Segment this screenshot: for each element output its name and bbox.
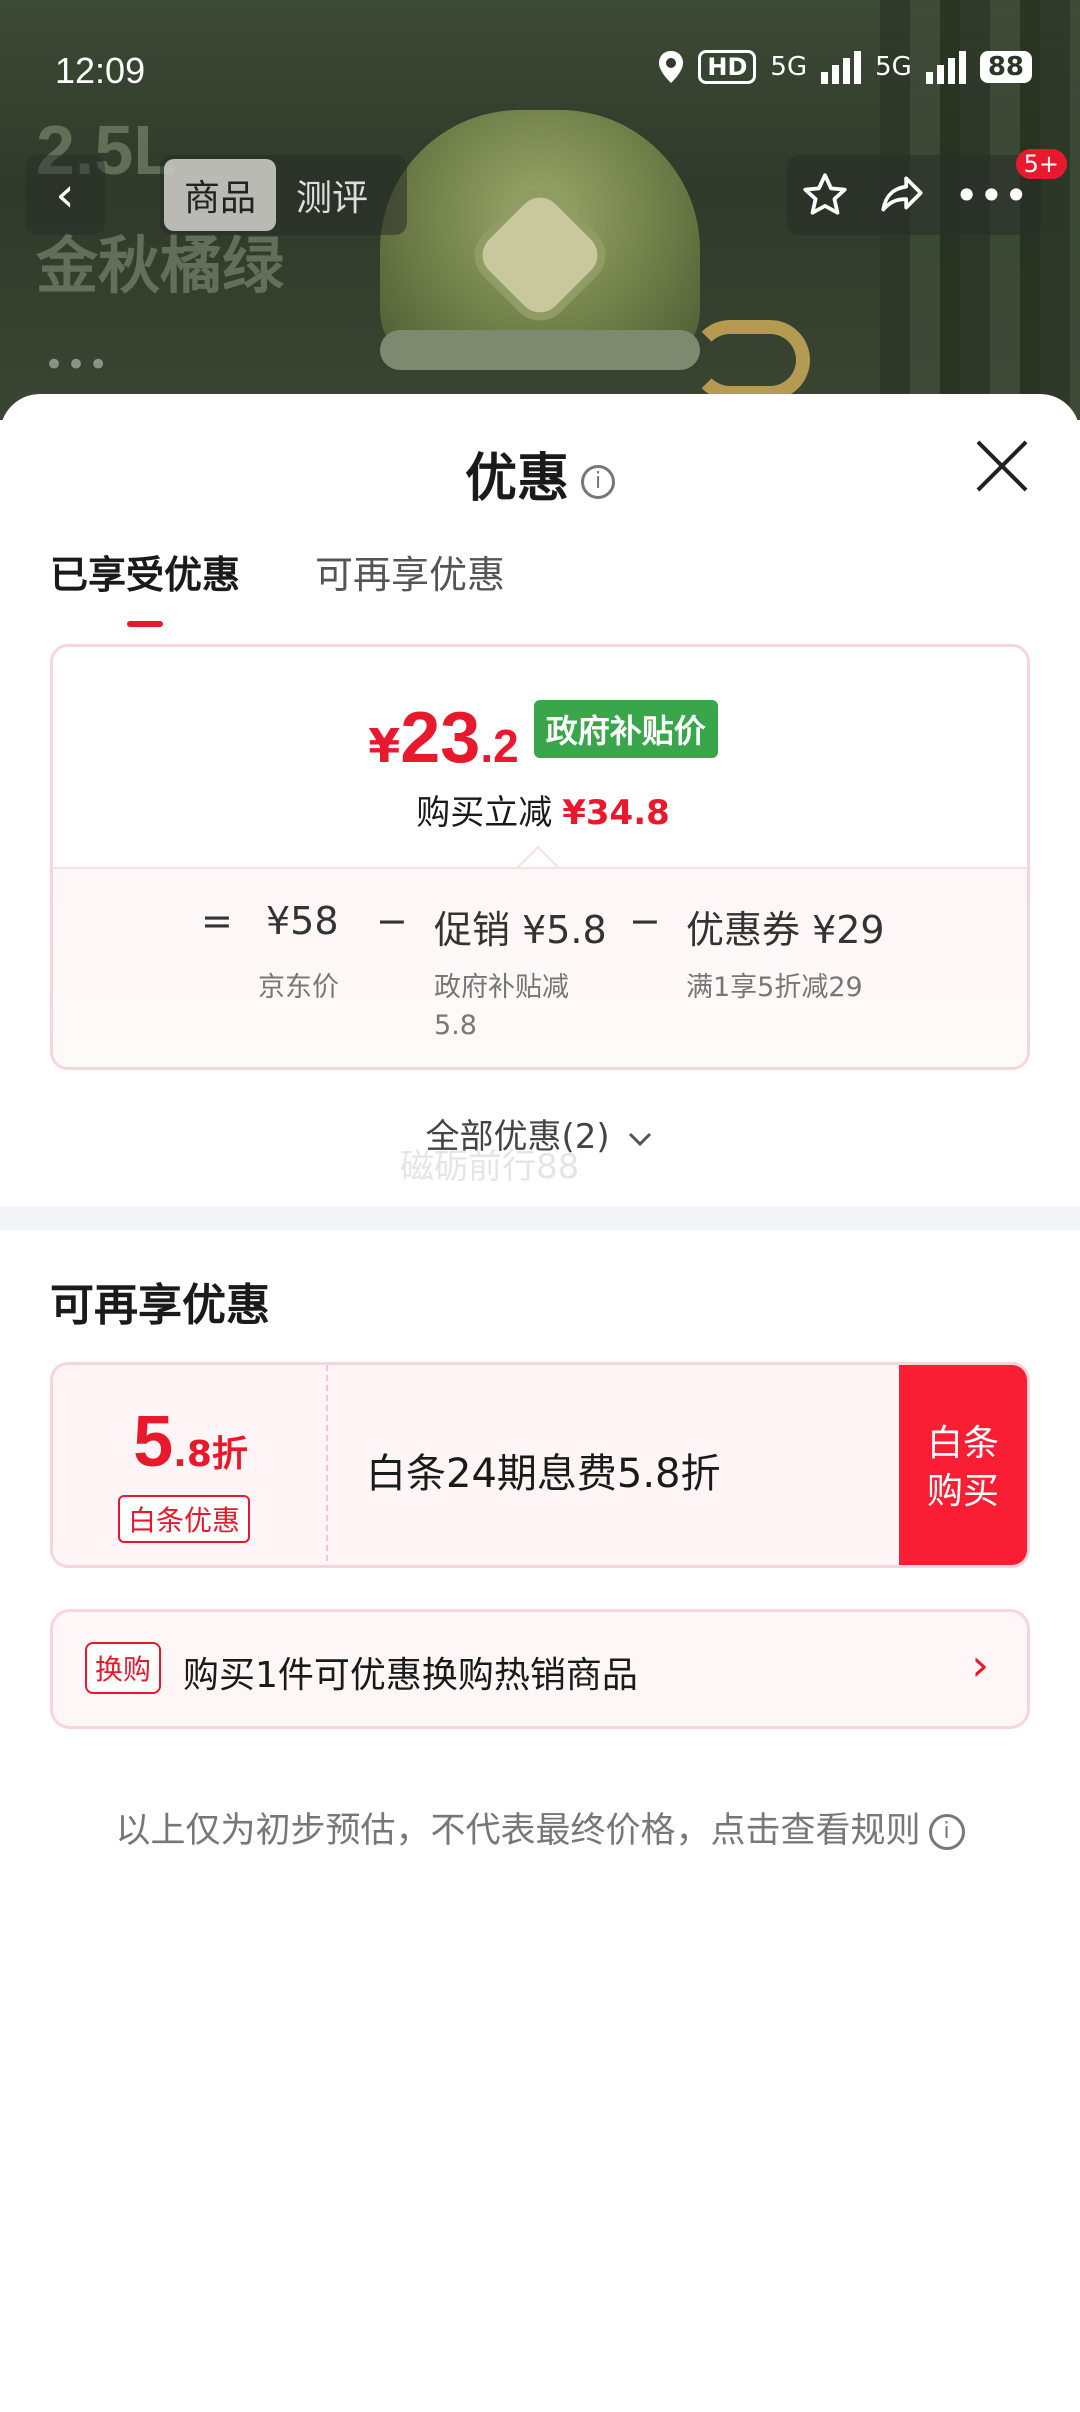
price-decimal: .2 bbox=[480, 720, 519, 772]
nav-tab-product[interactable]: 商品 bbox=[164, 159, 277, 231]
reduction-label: 购买立减 bbox=[416, 793, 553, 833]
promo-label-line-1: 政府补贴减 bbox=[434, 972, 569, 1003]
equals-sign: = bbox=[201, 899, 233, 943]
info-icon[interactable]: i bbox=[581, 465, 615, 499]
close-button[interactable] bbox=[972, 436, 1032, 496]
discount-tabs: 已享受优惠 可再享优惠 bbox=[50, 544, 505, 627]
buy-button-line-1: 白条 bbox=[926, 1423, 999, 1464]
more-icon[interactable]: ••• bbox=[954, 171, 1028, 220]
gov-subsidy-tag: 政府补贴价 bbox=[533, 700, 718, 758]
status-bar: 12:09 HD 5G 5G 88 bbox=[0, 0, 1080, 140]
nav-actions: ••• bbox=[787, 155, 1042, 235]
instant-reduction: 购买立减 ¥34.8 bbox=[53, 785, 1027, 834]
sheet-title: 优惠 i bbox=[0, 436, 1080, 511]
battery-icon: 88 bbox=[979, 51, 1032, 83]
promo-amount: 促销 ¥5.8 bbox=[434, 908, 607, 952]
nav-tab-review[interactable]: 测评 bbox=[276, 159, 388, 231]
swap-tag: 换购 bbox=[85, 1642, 162, 1694]
final-price: ¥23.2 政府补贴价 bbox=[53, 697, 1027, 779]
price-formula: = ¥58 − 促销 ¥5.8 − 优惠券 ¥29 京东价 政府补贴减 5.8 … bbox=[53, 867, 1027, 1067]
notification-badge: 5+ bbox=[1015, 149, 1067, 179]
chevron-down-icon bbox=[629, 1132, 652, 1146]
discount-integer: 5 bbox=[133, 1402, 174, 1482]
tab-more-discounts[interactable]: 可再享优惠 bbox=[315, 544, 505, 599]
price-currency: ¥ bbox=[368, 719, 401, 773]
hd-indicator: HD bbox=[698, 50, 757, 84]
swap-purchase-row[interactable]: 换购 购买1件可优惠换购热销商品 › bbox=[50, 1609, 1030, 1729]
network-type-1: 5G bbox=[770, 52, 808, 82]
reduction-amount: ¥34.8 bbox=[562, 793, 670, 833]
promo-label: 政府补贴减 5.8 bbox=[434, 969, 569, 1045]
status-icons: HD 5G 5G 88 bbox=[658, 50, 1032, 84]
share-icon[interactable] bbox=[877, 170, 927, 220]
promo-label-line-2: 5.8 bbox=[434, 1010, 477, 1041]
formula-row: = ¥58 − 促销 ¥5.8 − 优惠券 ¥29 bbox=[53, 899, 1027, 959]
status-time: 12:09 bbox=[55, 50, 146, 91]
sheet-title-text: 优惠 bbox=[464, 449, 569, 509]
price-disclaimer[interactable]: 以上仅为初步预估，不代表最终价格，点击查看规则 i bbox=[0, 1802, 1080, 1853]
product-nav-tabs: 商品 测评 bbox=[160, 155, 407, 235]
signal-icon-1 bbox=[821, 50, 862, 84]
coupon-description: 白条24期息费5.8折 bbox=[366, 1451, 721, 1497]
signal-icon-2 bbox=[925, 50, 966, 84]
more-discounts-title: 可再享优惠 bbox=[50, 1280, 270, 1331]
back-icon[interactable]: ‹ bbox=[25, 155, 105, 235]
base-price-label: 京东价 bbox=[258, 972, 339, 1003]
final-price-area: ¥23.2 政府补贴价 购买立减 ¥34.8 bbox=[53, 647, 1027, 867]
price-breakdown-card: ¥23.2 政府补贴价 购买立减 ¥34.8 = ¥58 − 促销 ¥5.8 − … bbox=[50, 644, 1030, 1070]
more-dots-icon: ••• bbox=[44, 345, 111, 385]
minus-sign-2: − bbox=[629, 899, 661, 943]
disclaimer-text: 以上仅为初步预估，不代表最终价格，点击查看规则 bbox=[115, 1811, 921, 1851]
star-icon[interactable] bbox=[800, 170, 850, 220]
chevron-right-icon: › bbox=[971, 1640, 989, 1691]
discount-sheet: 优惠 i 已享受优惠 可再享优惠 ¥23.2 政府补贴价 购买立减 ¥34.8 = … bbox=[0, 394, 1080, 2412]
product-top-nav: ‹ 商品 测评 ••• 5+ bbox=[0, 149, 1080, 240]
coupon-discount-value: 5.8折 bbox=[53, 1401, 328, 1483]
watermark: 磁砺前行88 bbox=[400, 1147, 580, 1187]
base-price: ¥58 bbox=[266, 899, 339, 943]
swap-text: 购买1件可优惠换购热销商品 bbox=[183, 1655, 638, 1696]
price-integer: 23 bbox=[400, 698, 481, 778]
tab-enjoyed-discounts[interactable]: 已享受优惠 bbox=[50, 544, 240, 627]
product-image-ring bbox=[380, 330, 700, 370]
minus-sign-1: − bbox=[376, 899, 408, 943]
rules-info-icon[interactable]: i bbox=[928, 1814, 965, 1850]
network-type-2: 5G bbox=[875, 52, 912, 82]
coupon-amount: 优惠券 ¥29 bbox=[686, 908, 885, 952]
baitiao-buy-button[interactable]: 白条 购买 bbox=[899, 1365, 1027, 1565]
coupon-type-tag: 白条优惠 bbox=[118, 1495, 251, 1543]
buy-button-line-2: 购买 bbox=[926, 1471, 999, 1512]
coupon-discount-area: 5.8折 白条优惠 bbox=[53, 1365, 328, 1565]
location-icon bbox=[659, 51, 684, 83]
discount-rest: .8折 bbox=[173, 1434, 248, 1475]
coupon-label: 满1享5折减29 bbox=[686, 972, 863, 1003]
section-divider bbox=[0, 1206, 1080, 1230]
product-image-strap bbox=[690, 320, 810, 400]
baitiao-coupon-card: 5.8折 白条优惠 白条24期息费5.8折 白条 购买 bbox=[50, 1362, 1030, 1568]
